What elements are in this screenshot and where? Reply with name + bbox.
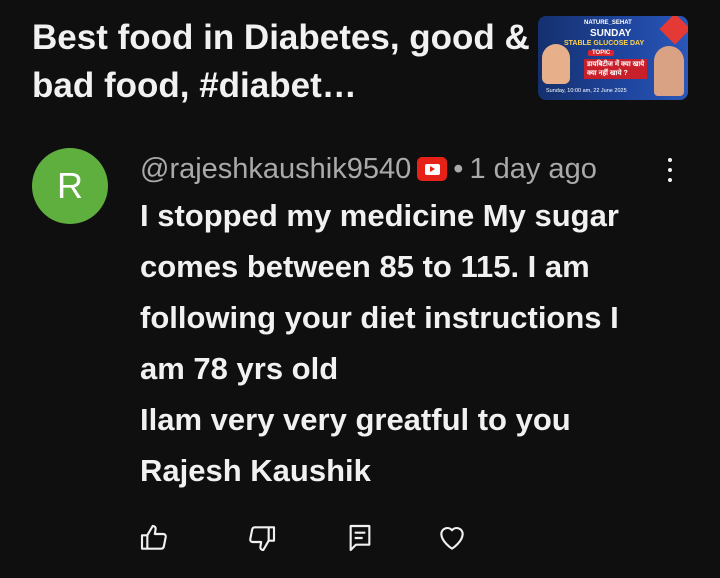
avatar-letter: R <box>57 165 83 206</box>
comment-body: I stopped my medicine My sugar comes bet… <box>140 190 700 496</box>
video-title[interactable]: Best food in Diabetes, good & bad food, … <box>32 14 532 110</box>
thumbnail-person-right <box>654 46 684 96</box>
thumbnail-hindi-text: डायबिटीज में क्या खाये क्या नहीं खाये ? <box>584 59 648 79</box>
comment-line: Rajesh Kaushik <box>140 453 371 488</box>
comment-line: I stopped my medicine My sugar <box>140 198 619 233</box>
thumbnail-hindi-line2: क्या नहीं खाये ? <box>587 70 628 77</box>
thumbnail-corner-badge <box>659 16 688 45</box>
thumbnail-subtitle: STABLE GLUCOSE DAY <box>564 40 645 47</box>
comment-meta: @rajeshkaushik9540 • 1 day ago <box>140 152 597 186</box>
comment-author[interactable]: @rajeshkaushik9540 <box>140 153 411 186</box>
comment-actions <box>0 520 720 560</box>
thumbnail-date: Sunday, 10:00 am, 22 June 2025 <box>546 88 627 94</box>
video-thumbnail[interactable]: NATURE_SEHAT SUNDAY STABLE GLUCOSE DAY T… <box>538 16 688 100</box>
video-header: Best food in Diabetes, good & bad food, … <box>0 0 720 122</box>
reply-icon[interactable] <box>344 522 376 554</box>
thumbnail-brand: NATURE_SEHAT <box>584 20 632 26</box>
thumbs-down-icon[interactable] <box>246 522 278 554</box>
heart-icon[interactable] <box>436 522 468 554</box>
thumbnail-person-left <box>542 44 570 84</box>
youtube-badge-icon <box>417 157 448 181</box>
meta-separator: • <box>453 152 464 185</box>
comment-line: Ilam very very greatful to you <box>140 402 571 437</box>
comment-time: 1 day ago <box>469 152 597 185</box>
thumbnail-hindi-line1: डायबिटीज में क्या खाये <box>587 61 645 68</box>
comment-line: comes between 85 to 115. I am <box>140 249 590 284</box>
comment-line: am 78 yrs old <box>140 351 339 386</box>
thumbnail-day: SUNDAY <box>590 28 632 39</box>
more-options-icon[interactable] <box>660 154 680 186</box>
thumbs-up-icon[interactable] <box>138 522 170 554</box>
thumbnail-topic: TOPIC <box>588 50 615 56</box>
comment-line: following your diet instructions I <box>140 300 619 335</box>
avatar[interactable]: R <box>32 148 108 224</box>
